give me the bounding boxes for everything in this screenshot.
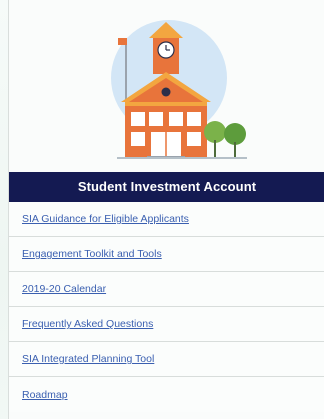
list-item: Frequently Asked Questions	[9, 307, 324, 342]
list-item: SIA Guidance for Eligible Applicants	[9, 202, 324, 237]
link-calendar[interactable]: 2019-20 Calendar	[22, 283, 106, 295]
page: Student Investment Account SIA Guidance …	[0, 0, 324, 419]
panel-title-banner: Student Investment Account	[9, 172, 324, 202]
link-faq[interactable]: Frequently Asked Questions	[22, 318, 153, 330]
link-sia-guidance[interactable]: SIA Guidance for Eligible Applicants	[22, 213, 189, 225]
list-item: Engagement Toolkit and Tools	[9, 237, 324, 272]
link-engagement-toolkit[interactable]: Engagement Toolkit and Tools	[22, 248, 162, 260]
link-roadmap[interactable]: Roadmap	[22, 389, 68, 401]
link-planning-tool[interactable]: SIA Integrated Planning Tool	[22, 353, 154, 365]
list-item: Roadmap	[9, 377, 324, 412]
link-list: SIA Guidance for Eligible Applicants Eng…	[9, 202, 324, 412]
list-item: SIA Integrated Planning Tool	[9, 342, 324, 377]
sia-sidebar-panel: Student Investment Account SIA Guidance …	[8, 0, 324, 419]
school-building-icon	[111, 20, 247, 159]
hero-illustration	[9, 0, 324, 172]
list-item: 2019-20 Calendar	[9, 272, 324, 307]
